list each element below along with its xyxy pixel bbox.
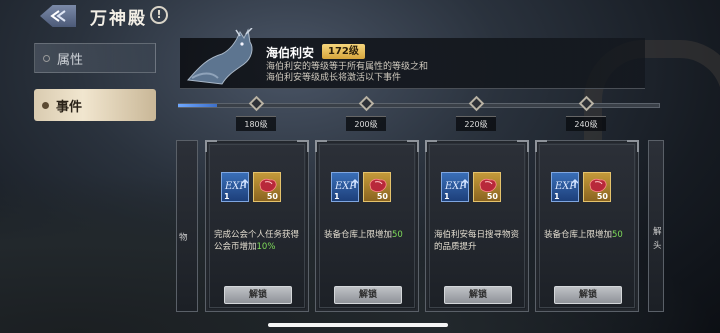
hero-name: 海伯利安: [266, 46, 315, 60]
card-corner: [315, 140, 327, 152]
partial-card-text: 头: [653, 241, 662, 251]
tab-label: 属性: [57, 52, 84, 68]
event-description-highlight: 50: [392, 230, 403, 240]
home-indicator[interactable]: [268, 323, 448, 327]
unlock-button[interactable]: 解锁: [554, 286, 622, 304]
unlock-button[interactable]: 解锁: [224, 286, 292, 304]
partial-card-text: 解: [653, 227, 662, 237]
milestone-node-icon: [248, 95, 265, 112]
exp-reward[interactable]: EXP 1: [221, 172, 249, 202]
level-badge: 172级: [322, 44, 365, 59]
hero-description-line: 海伯利安的等级等于所有属性的等级之和: [266, 62, 429, 72]
tab-label: 事件: [56, 99, 83, 115]
event-card: EXP 1 50 装备仓库上限增加50 解锁: [535, 140, 639, 312]
hero-description-line: 海伯利安等级成长将激活以下事件: [266, 73, 402, 83]
partial-event-card-right: 解 头: [648, 140, 664, 312]
header: 万神殿 !: [0, 0, 720, 34]
tab-dot-icon: [42, 102, 49, 109]
event-description-highlight: 10%: [256, 242, 276, 252]
milestone-node-icon: [468, 95, 485, 112]
milestone-label: 240级: [574, 120, 598, 129]
back-button[interactable]: [40, 5, 76, 27]
exp-count: 1: [224, 192, 230, 201]
milestone-label: 180级: [244, 120, 268, 129]
event-card: EXP 1 50 海伯利安每日搜寻物资的品质提升 解锁: [425, 140, 529, 312]
tab-dot-icon: [43, 55, 50, 62]
dragon-portrait-icon: [187, 28, 253, 85]
event-description: 海伯利安每日搜寻物资的品质提升: [434, 229, 522, 253]
tab-attributes[interactable]: 属性: [34, 43, 156, 73]
event-description-text: 装备仓库上限增加: [544, 230, 613, 240]
card-corner: [535, 140, 547, 152]
card-corner: [297, 140, 309, 152]
card-corner: [627, 140, 639, 152]
event-card: EXP 1 50 完成公会个人任务获得公会币增加10% 解锁: [205, 140, 309, 312]
partial-event-card-left: 物: [176, 140, 198, 312]
exp-count: 1: [444, 192, 450, 201]
exp-reward[interactable]: EXP 1: [331, 172, 359, 202]
exp-count: 1: [554, 192, 560, 201]
gem-reward[interactable]: 50: [253, 172, 281, 202]
gem-reward[interactable]: 50: [363, 172, 391, 202]
event-description: 装备仓库上限增加50: [324, 229, 412, 241]
event-description: 装备仓库上限增加50: [544, 229, 632, 241]
gem-count: 50: [266, 192, 278, 201]
partial-card-text: 物: [179, 233, 188, 243]
milestone-label: 200级: [354, 120, 378, 129]
milestone-node-icon: [358, 95, 375, 112]
gem-count: 50: [376, 192, 388, 201]
tab-events[interactable]: 事件: [34, 89, 156, 121]
gem-reward[interactable]: 50: [473, 172, 501, 202]
info-icon[interactable]: !: [150, 6, 168, 24]
event-description-highlight: 50: [612, 230, 623, 240]
card-corner: [517, 140, 529, 152]
hero-description: 海伯利安的等级等于所有属性的等级之和 海伯利安等级成长将激活以下事件: [266, 62, 526, 84]
card-corner: [425, 140, 437, 152]
back-arrow-icon: [50, 10, 66, 22]
card-corner: [205, 140, 217, 152]
event-description: 完成公会个人任务获得公会币增加10%: [214, 229, 302, 253]
unlock-button[interactable]: 解锁: [444, 286, 512, 304]
event-card: EXP 1 50 装备仓库上限增加50 解锁: [315, 140, 419, 312]
milestone-node-icon: [578, 95, 595, 112]
exp-reward[interactable]: EXP 1: [551, 172, 579, 202]
card-corner: [407, 140, 419, 152]
event-description-text: 装备仓库上限增加: [324, 230, 393, 240]
milestone-label: 220级: [464, 120, 488, 129]
exp-count: 1: [334, 192, 340, 201]
gem-reward[interactable]: 50: [583, 172, 611, 202]
exp-reward[interactable]: EXP 1: [441, 172, 469, 202]
gem-count: 50: [486, 192, 498, 201]
gem-count: 50: [596, 192, 608, 201]
unlock-button[interactable]: 解锁: [334, 286, 402, 304]
page-title: 万神殿: [90, 9, 147, 29]
event-description-text: 海伯利安每日搜寻物资的品质提升: [434, 230, 520, 252]
level-progress-fill: [178, 104, 217, 107]
